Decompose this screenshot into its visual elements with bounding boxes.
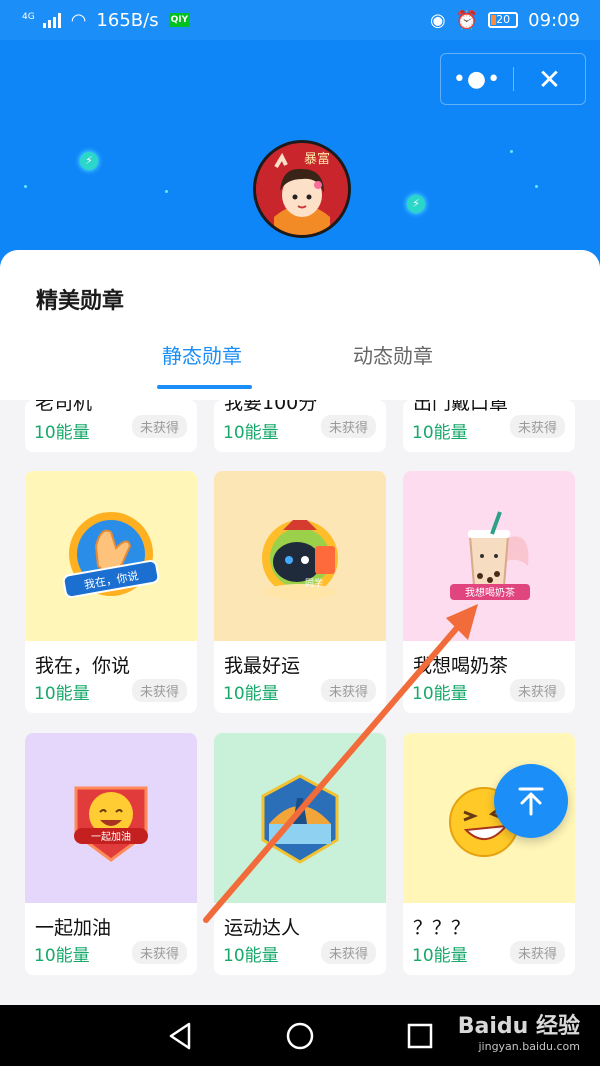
badge-energy: 10能量 <box>223 423 279 443</box>
badge-name: 老司机 <box>35 400 93 414</box>
clock: 09:09 <box>528 9 580 31</box>
miniapp-capsule: •●• ✕ <box>440 53 586 105</box>
badge-status: 未获得 <box>509 415 565 438</box>
badge-card[interactable]: 我要100分 10能量 未获得 <box>214 400 386 452</box>
sparkle-dot <box>510 150 513 153</box>
badge-status: 未获得 <box>320 415 376 438</box>
badge-card[interactable]: 我想喝奶茶 我想喝奶茶 10能量 未获得 <box>403 471 575 713</box>
badge-name: 我想喝奶茶 <box>413 655 509 677</box>
badge-sheet: 精美勋章 静态勋章 动态勋章 老司机 10能量 未获得 我要100分 10能量 … <box>0 250 600 1005</box>
avatar: 暴富 <box>253 140 351 238</box>
badge-status: 未获得 <box>131 941 187 964</box>
badge-energy: 10能量 <box>412 946 468 966</box>
badge-art: 一起加油 <box>25 733 197 903</box>
badge-art: 我想喝奶茶 <box>403 471 575 641</box>
badge-name: 我在，你说 <box>35 655 131 677</box>
more-icon: •●• <box>452 66 502 92</box>
home-button[interactable] <box>283 1019 317 1053</box>
sheet-header: 精美勋章 静态勋章 动态勋章 <box>0 250 600 400</box>
watermark-brand: Baidu 经验 <box>457 1014 580 1039</box>
badge-name: 我要100分 <box>224 400 318 414</box>
wifi-icon: ◠ <box>70 9 87 31</box>
badge-energy: 10能量 <box>34 946 90 966</box>
badge-status: 未获得 <box>320 941 376 964</box>
badge-energy: 10能量 <box>34 423 90 443</box>
badge-card[interactable]: 我在，你说 我在，你说 10能量 未获得 <box>25 471 197 713</box>
close-button[interactable]: ✕ <box>514 63 585 96</box>
lightning-icon: ⚡ <box>407 195 425 213</box>
signal-icon <box>42 12 61 28</box>
header: •●• ✕ ⚡ ⚡ 暴富 <box>0 40 600 280</box>
badge-card[interactable]: 一起加油 一起加油 10能量 未获得 <box>25 733 197 975</box>
badge-energy: 10能量 <box>412 684 468 704</box>
close-icon: ✕ <box>537 62 562 96</box>
watermark-url: jingyan.baidu.com <box>478 1040 580 1053</box>
badge-status: 未获得 <box>131 679 187 702</box>
recents-square-icon <box>407 1023 433 1048</box>
avatar-text: 暴富 <box>304 151 330 167</box>
badge-name: 运动达人 <box>224 917 301 939</box>
sparkle-dot <box>165 190 168 193</box>
badge-energy: 10能量 <box>223 684 279 704</box>
sparkle-dot <box>24 185 27 188</box>
home-circle-icon <box>286 1022 314 1049</box>
lightning-icon: ⚡ <box>80 152 98 170</box>
badge-art: 同学 <box>214 471 386 641</box>
svg-text:同学: 同学 <box>305 577 323 589</box>
lucky-mascot-icon: 同学 <box>262 520 338 600</box>
badge-status: 未获得 <box>131 415 187 438</box>
network-speed: 165B/s <box>96 9 159 31</box>
svg-text:一起加油: 一起加油 <box>91 830 131 843</box>
badge-card[interactable]: 老司机 10能量 未获得 <box>25 400 197 452</box>
badge-card[interactable]: 运动达人 10能量 未获得 <box>214 733 386 975</box>
arrow-up-to-top-icon <box>518 787 544 816</box>
badge-card[interactable]: 同学 我最好运 10能量 未获得 <box>214 471 386 713</box>
watermark: Baidu 经验 jingyan.baidu.com <box>458 1008 580 1053</box>
eye-icon: ◉ <box>429 9 446 31</box>
sparkle-dot <box>535 185 538 188</box>
badge-energy: 10能量 <box>412 423 468 443</box>
badge-name: 一起加油 <box>35 917 112 939</box>
iqiyi-icon: QIY <box>168 13 191 27</box>
badge-status: 未获得 <box>320 679 376 702</box>
page-title: 精美勋章 <box>36 289 125 314</box>
badge-status: 未获得 <box>509 679 565 702</box>
network-type: 4G <box>22 11 35 22</box>
tab-static-badges[interactable]: 静态勋章 <box>162 340 242 369</box>
tab-dynamic-badges[interactable]: 动态勋章 <box>353 340 433 369</box>
scroll-to-top-button[interactable] <box>494 764 568 838</box>
cheer-emoji-icon: 一起加油 <box>74 786 148 862</box>
back-triangle-icon <box>169 1022 191 1049</box>
status-bar: 4G ◠ 165B/s QIY ◉ ⏰ 20 09:09 <box>0 0 600 40</box>
badge-art: 我在，你说 <box>25 471 197 641</box>
recents-button[interactable] <box>403 1019 437 1053</box>
back-button[interactable] <box>163 1019 197 1053</box>
alarm-icon: ⏰ <box>455 9 479 31</box>
more-button[interactable]: •●• <box>441 67 513 92</box>
badge-art <box>214 733 386 903</box>
badge-card[interactable]: 出门戴口罩 10能量 未获得 <box>403 400 575 452</box>
milk-tea-icon: 我想喝奶茶 <box>450 511 530 600</box>
badge-status: 未获得 <box>509 941 565 964</box>
ok-hand-icon: 我在，你说 <box>62 512 160 599</box>
sports-icon <box>261 774 339 864</box>
svg-text:我想喝奶茶: 我想喝奶茶 <box>465 586 515 599</box>
badge-name: 我最好运 <box>224 655 301 677</box>
active-tab-indicator <box>157 385 252 389</box>
badge-name: ？？？ <box>413 917 471 939</box>
badge-energy: 10能量 <box>34 684 90 704</box>
battery-level: 20 <box>496 13 511 26</box>
battery-icon: 20 <box>488 12 519 28</box>
badge-energy: 10能量 <box>223 946 279 966</box>
badge-name: 出门戴口罩 <box>413 400 509 414</box>
